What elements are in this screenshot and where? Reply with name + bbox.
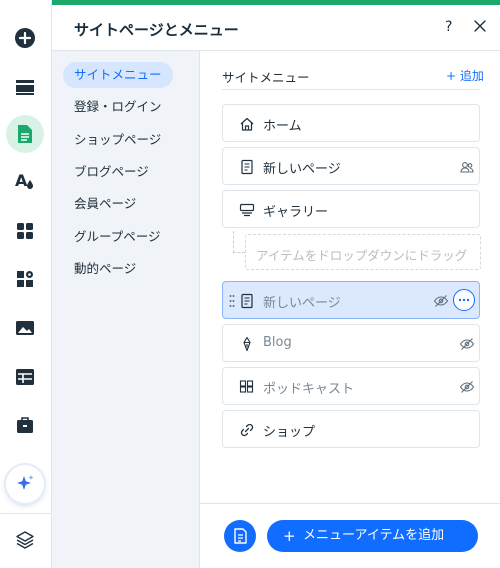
menu-item-gallery[interactable]: ギャラリー [222, 190, 480, 228]
add-elements-button[interactable] [6, 19, 44, 57]
section-divider [222, 89, 480, 90]
site-design-button[interactable]: A [6, 162, 44, 200]
menu-item-label: ポッドキャスト [263, 382, 355, 397]
ai-sparkle-icon [17, 475, 34, 490]
cms-button[interactable] [6, 358, 44, 396]
menu-item-label: ショップ [263, 425, 316, 440]
add-section-button[interactable] [6, 68, 44, 106]
ai-assistant-button[interactable] [6, 465, 44, 503]
gallery-icon [239, 203, 255, 217]
panel-footer: + メニューアイテムを追加 [200, 503, 500, 568]
nav-item-blog-pages[interactable]: ブログページ [63, 159, 160, 185]
plus-icon: + [283, 527, 296, 545]
add-page-link[interactable]: + 追加 [446, 67, 484, 84]
close-icon[interactable] [472, 18, 488, 34]
business-tools-button[interactable] [6, 260, 44, 298]
panel-title: サイトページとメニュー [74, 21, 239, 39]
add-menu-item-label: メニューアイテムを追加 [303, 528, 445, 543]
nav-item-shop-pages[interactable]: ショップページ [63, 127, 172, 153]
add-menu-item-button[interactable]: + メニューアイテムを追加 [267, 520, 478, 552]
drag-handle-icon[interactable] [229, 294, 235, 308]
sections-icon [16, 80, 34, 95]
page-category-nav: サイトメニュー 登録・ログイン ショップページ ブログページ 会員ページ グルー… [52, 51, 200, 568]
menu-item-shop[interactable]: ショップ [222, 410, 480, 448]
pages-menu-button[interactable] [6, 115, 44, 153]
portfolio-button[interactable] [6, 406, 44, 444]
site-pages-panel: サイトページとメニュー ? サイトメニュー 登録・ログイン ショップページ ブロ… [52, 0, 500, 568]
menu-item-label: ホーム [263, 119, 302, 134]
media-button[interactable] [6, 309, 44, 347]
apps-icon [17, 223, 33, 239]
home-icon [240, 117, 254, 131]
nav-item-site-menu[interactable]: サイトメニュー [63, 62, 173, 88]
dropdown-connector [233, 231, 245, 253]
page-add-icon [234, 528, 247, 544]
hidden-eye-icon [459, 338, 475, 350]
cms-icon [16, 369, 34, 385]
more-actions-button[interactable] [453, 289, 475, 311]
blog-icon [243, 336, 251, 352]
menu-item-blog[interactable]: Blog [222, 324, 480, 362]
rail-divider [0, 513, 52, 514]
members-icon [460, 162, 474, 173]
more-icon [458, 298, 470, 302]
layers-button[interactable] [6, 521, 44, 559]
apps-button[interactable] [6, 212, 44, 250]
pages-icon [18, 125, 32, 143]
nav-item-member-pages[interactable]: 会員ページ [63, 191, 147, 217]
menu-item-podcast[interactable]: ポッドキャスト [222, 367, 480, 405]
menu-item-home[interactable]: ホーム [222, 104, 480, 142]
site-menu-content: サイトメニュー + 追加 ホーム 新しいページ ギャラリー アイテムをドロップダ… [200, 51, 500, 568]
menu-item-label: 新しいページ [263, 162, 341, 177]
hidden-eye-icon [459, 381, 475, 393]
add-icon [15, 28, 35, 48]
help-button[interactable]: ? [445, 19, 452, 35]
panel-header: サイトページとメニュー ? [52, 5, 500, 51]
business-tools-icon [17, 271, 33, 287]
add-page-button[interactable] [224, 520, 256, 552]
menu-item-label: ギャラリー [263, 205, 329, 220]
nav-item-dynamic-pages[interactable]: 動的ページ [63, 256, 147, 282]
layers-icon [16, 531, 34, 549]
nav-item-signup-login[interactable]: 登録・ログイン [63, 94, 173, 120]
menu-item-label: Blog [263, 335, 292, 350]
menu-item-new-page-hidden[interactable]: 新しいページ [222, 281, 480, 319]
page-icon [241, 293, 253, 309]
menu-item-new-page[interactable]: 新しいページ [222, 147, 480, 185]
hidden-eye-icon [433, 295, 449, 307]
nav-item-group-pages[interactable]: グループページ [63, 224, 172, 250]
media-icon [16, 321, 34, 335]
link-icon [240, 423, 254, 437]
svg-text:A: A [15, 171, 28, 190]
drop-zone-hint: アイテムをドロップダウンにドラッグ [256, 248, 468, 263]
menu-item-label: 新しいページ [263, 296, 341, 311]
portfolio-icon [17, 417, 33, 433]
editor-tool-rail: A [0, 0, 52, 568]
dropdown-drop-zone[interactable]: アイテムをドロップダウンにドラッグ [245, 234, 481, 270]
section-title: サイトメニュー [222, 70, 310, 85]
podcast-icon [239, 380, 254, 393]
design-icon: A [15, 171, 33, 190]
page-icon [241, 159, 253, 175]
